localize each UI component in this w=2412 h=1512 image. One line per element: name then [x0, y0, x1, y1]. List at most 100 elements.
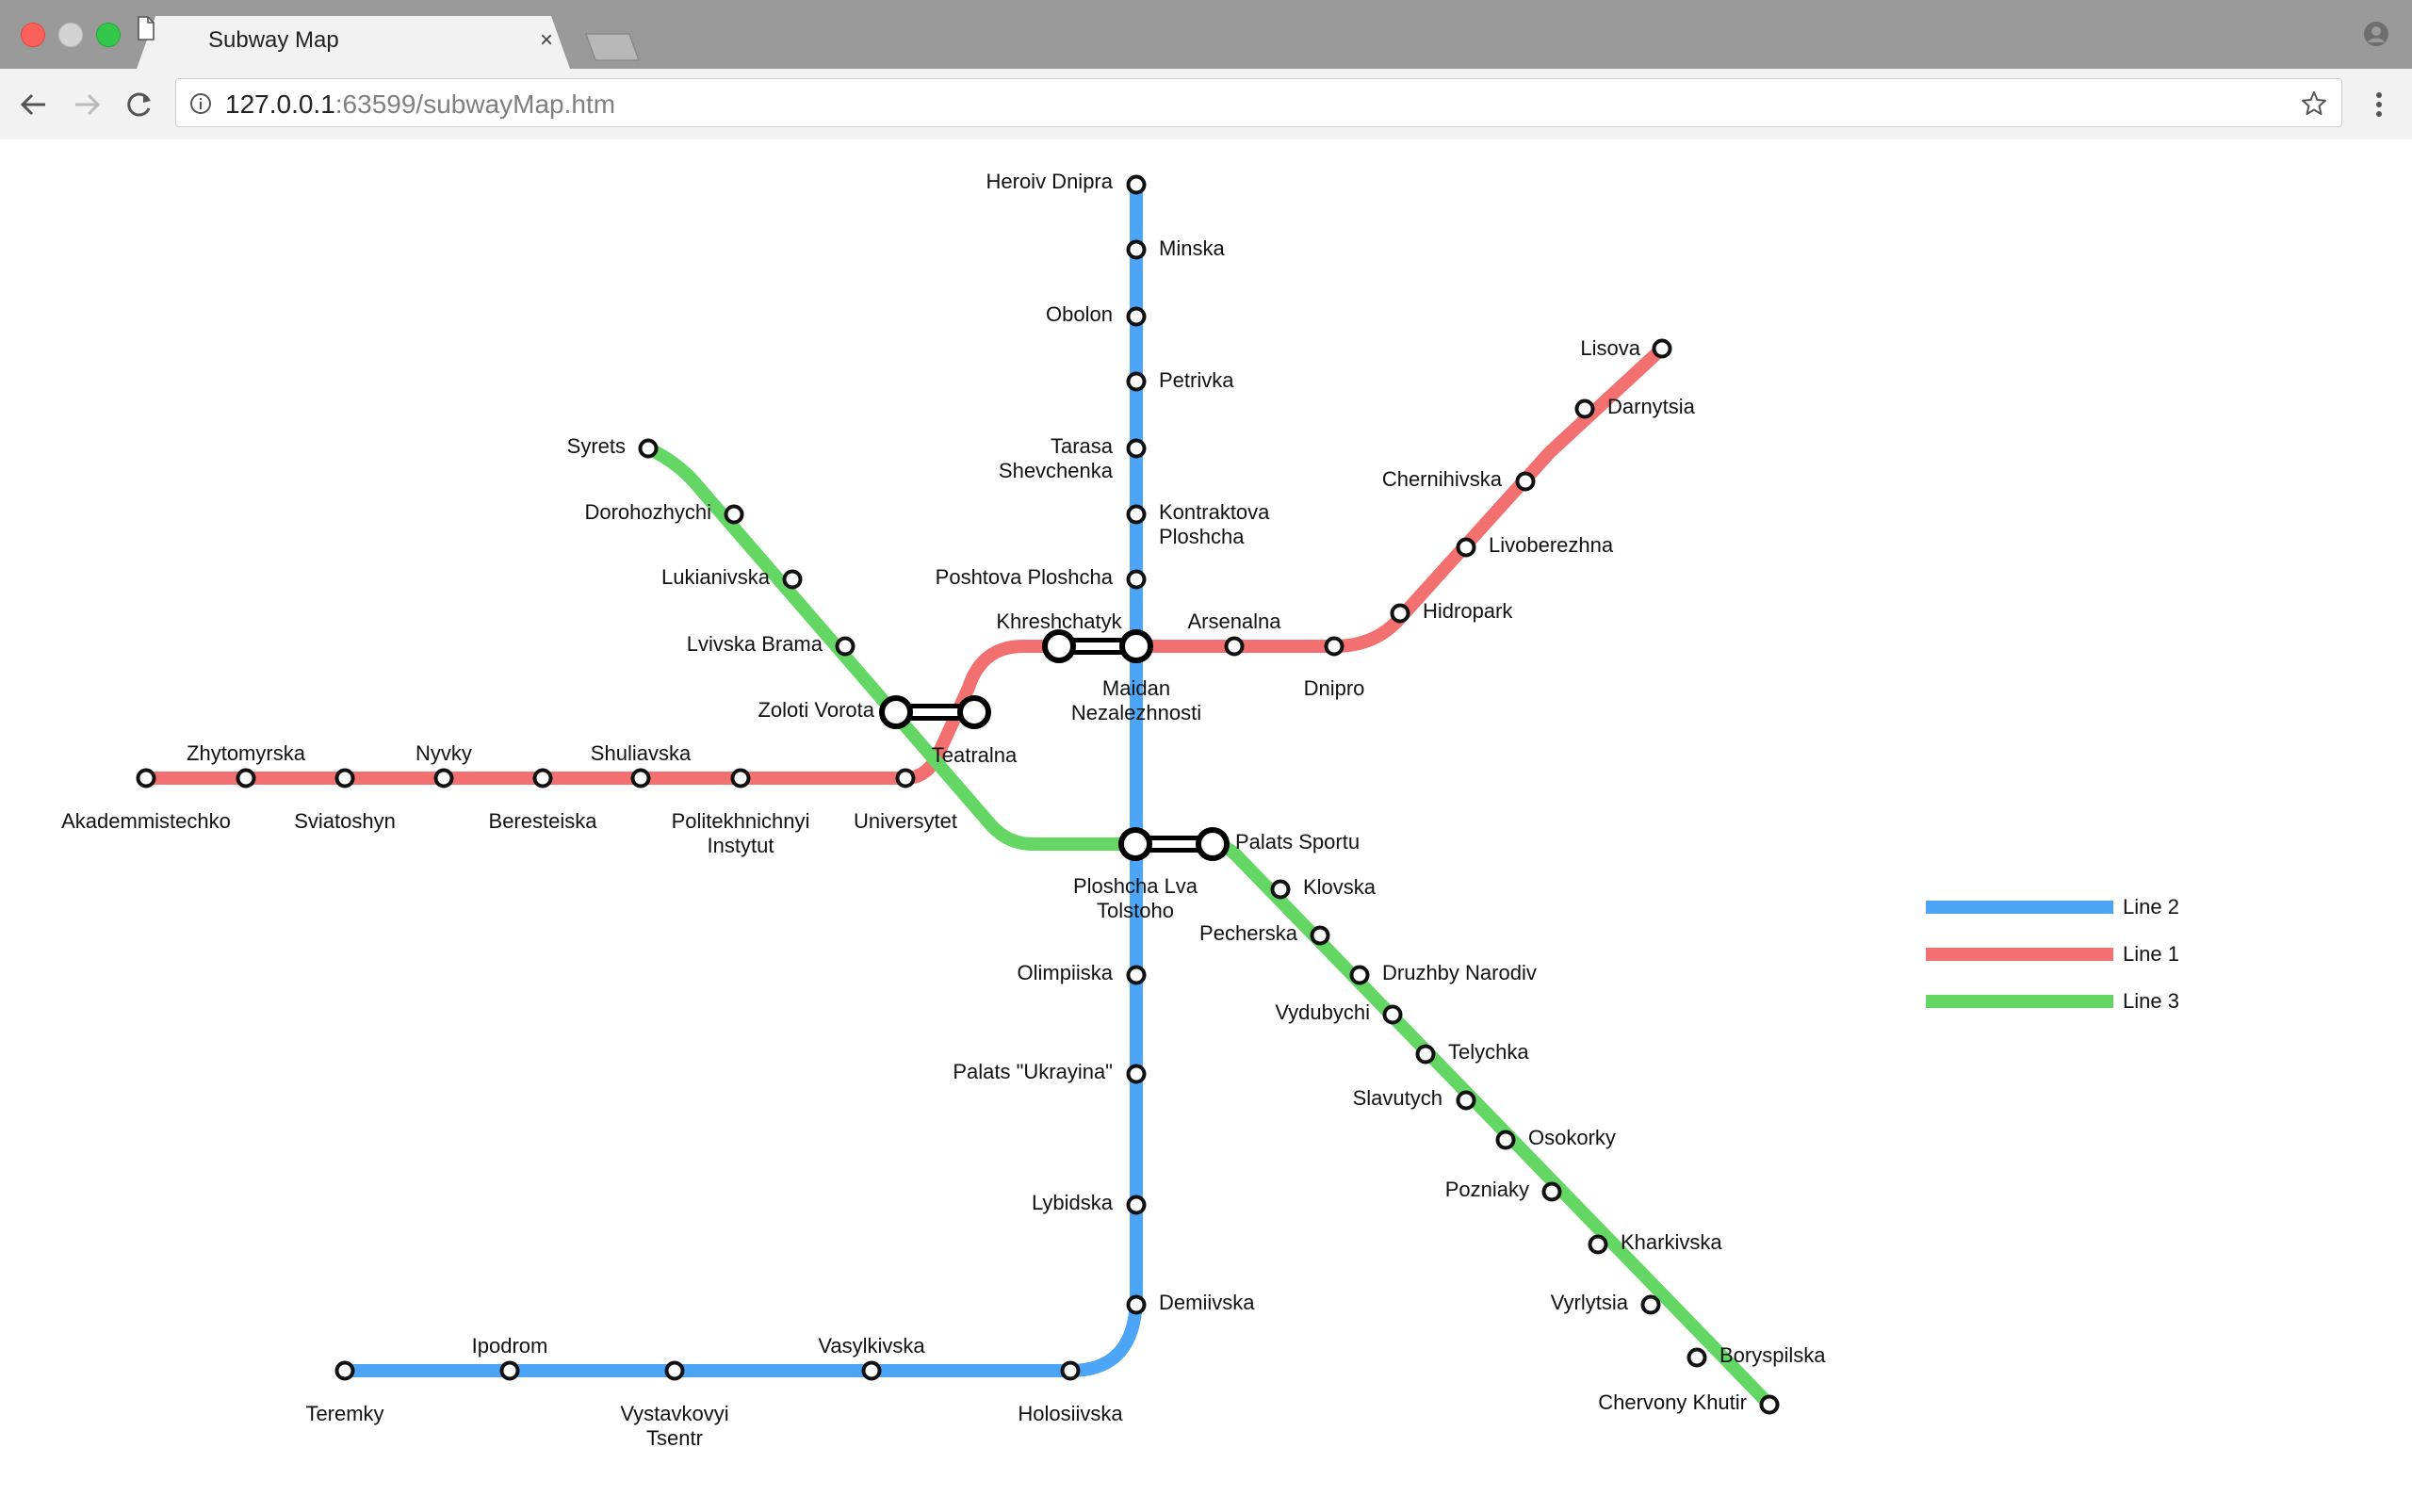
- station-label: Pozniaky: [1445, 1178, 1529, 1201]
- kebab-menu-icon[interactable]: [2365, 89, 2393, 120]
- station-poshtova[interactable]: Poshtova Ploshcha: [936, 565, 1147, 590]
- reload-icon[interactable]: [122, 88, 156, 122]
- station-marker[interactable]: [1390, 603, 1410, 624]
- new-tab-button[interactable]: [584, 32, 641, 62]
- station-palats-sportu[interactable]: Palats Sportu: [1235, 830, 1360, 854]
- station-marker[interactable]: [782, 569, 803, 590]
- station-marker[interactable]: [664, 1360, 685, 1381]
- station-marker[interactable]: [1126, 965, 1147, 985]
- station-marker[interactable]: [1126, 1195, 1147, 1215]
- station-obolon[interactable]: Obolon: [1046, 302, 1147, 327]
- station-maidan[interactable]: MaidanNezalezhnosti: [1071, 676, 1201, 724]
- station-marker[interactable]: [724, 504, 744, 525]
- station-lybidska[interactable]: Lybidska: [1032, 1191, 1147, 1215]
- station-marker[interactable]: [1126, 504, 1147, 525]
- station-marker[interactable]: [1126, 438, 1147, 459]
- station-teatralna[interactable]: Teatralna: [932, 743, 1018, 767]
- station-marker[interactable]: [1652, 338, 1672, 359]
- tab-shape: [137, 16, 570, 69]
- station-marker[interactable]: [136, 768, 156, 789]
- station-druzhby[interactable]: Druzhby Narodiv: [1349, 961, 1537, 985]
- station-marker[interactable]: [1541, 1181, 1562, 1202]
- station-marker[interactable]: [1588, 1234, 1608, 1255]
- station-label: Boryspilska: [1719, 1343, 1826, 1367]
- station-marker[interactable]: [730, 768, 751, 789]
- station-marker[interactable]: [499, 1360, 520, 1381]
- tab-close-icon[interactable]: ×: [540, 27, 553, 54]
- station-khreshchatyk[interactable]: Khreshchatyk: [996, 610, 1122, 633]
- url-text[interactable]: 127.0.0.1:63599/subwayMap.htm: [225, 89, 615, 120]
- station-syrets[interactable]: Syrets: [567, 434, 659, 459]
- station-marker[interactable]: [1759, 1394, 1780, 1415]
- station-marker[interactable]: [1126, 239, 1147, 260]
- station-marker[interactable]: [1574, 398, 1595, 419]
- station-heroiv-dnipra[interactable]: Heroiv Dnipra: [986, 170, 1147, 195]
- station-marker[interactable]: [1224, 636, 1245, 657]
- station-marker[interactable]: [861, 1360, 882, 1381]
- station-marker[interactable]: [1495, 1130, 1516, 1150]
- station-label: Hidropark: [1423, 599, 1513, 623]
- station-palats-ukrayina[interactable]: Palats "Ukrayina": [953, 1060, 1147, 1084]
- station-petrivka[interactable]: Petrivka: [1126, 368, 1235, 392]
- profile-icon[interactable]: [2363, 21, 2389, 47]
- station-tarasa[interactable]: TarasaShevchenka: [999, 434, 1147, 482]
- interchange-ploshcha-lva-palats-sportu[interactable]: [1118, 827, 1230, 861]
- address-bar[interactable]: 127.0.0.1:63599/subwayMap.htm: [175, 78, 2342, 127]
- station-label: Ipodrom: [472, 1334, 548, 1358]
- station-marker[interactable]: [334, 1360, 355, 1381]
- station-marker[interactable]: [638, 438, 659, 459]
- station-label: Palats Sportu: [1235, 830, 1360, 854]
- station-marker[interactable]: [1515, 471, 1536, 492]
- station-ploshcha-lva[interactable]: Ploshcha LvaTolstoho: [1073, 874, 1198, 922]
- station-marker[interactable]: [1640, 1294, 1661, 1315]
- station-lisova[interactable]: Lisova: [1580, 336, 1672, 360]
- interchange-zoloti-vorota-teatralna[interactable]: [879, 695, 991, 729]
- station-marker[interactable]: [433, 768, 454, 789]
- station-marker[interactable]: [1687, 1347, 1707, 1368]
- close-window-button[interactable]: [21, 23, 45, 47]
- station-marker[interactable]: [1126, 569, 1147, 590]
- interchange-khreshchatyk-maidan[interactable]: [1042, 629, 1153, 663]
- maximize-window-button[interactable]: [96, 23, 121, 47]
- station-marker[interactable]: [1270, 879, 1291, 900]
- station-marker[interactable]: [1456, 537, 1476, 558]
- station-zoloti-vorota[interactable]: Zoloti Vorota: [758, 698, 874, 722]
- station-marker[interactable]: [1310, 925, 1330, 946]
- station-marker[interactable]: [1382, 1004, 1403, 1025]
- station-vyrlytsia[interactable]: Vyrlytsia: [1551, 1291, 1661, 1315]
- back-arrow-icon[interactable]: [17, 88, 51, 122]
- info-icon[interactable]: [189, 92, 212, 115]
- station-marker[interactable]: [835, 636, 856, 657]
- station-marker[interactable]: [1456, 1090, 1476, 1111]
- station-marker[interactable]: [630, 768, 651, 789]
- station-marker[interactable]: [1324, 636, 1345, 657]
- station-demiivska[interactable]: Demiivska: [1126, 1291, 1256, 1315]
- legend-item: Line 3: [1926, 989, 2179, 1013]
- station-marker[interactable]: [236, 768, 256, 789]
- tab-subway-map[interactable]: Subway Map ×: [137, 16, 570, 69]
- station-olimpiiska[interactable]: Olimpiiska: [1018, 961, 1147, 985]
- forward-arrow-icon[interactable]: [70, 88, 104, 122]
- station-marker[interactable]: [1126, 371, 1147, 392]
- station-marker[interactable]: [1415, 1044, 1436, 1065]
- station-label: Druzhby Narodiv: [1382, 961, 1537, 984]
- document-icon: [138, 16, 155, 41]
- station-label: Poshtova Ploshcha: [936, 565, 1114, 589]
- station-marker[interactable]: [1126, 1064, 1147, 1084]
- station-pozniaky[interactable]: Pozniaky: [1445, 1178, 1562, 1202]
- station-marker[interactable]: [895, 768, 916, 789]
- station-marker[interactable]: [1126, 306, 1147, 327]
- station-marker[interactable]: [334, 768, 355, 789]
- station-label: Syrets: [567, 434, 626, 458]
- station-label: Slavutych: [1353, 1086, 1442, 1110]
- station-marker[interactable]: [1349, 965, 1370, 985]
- station-marker[interactable]: [532, 768, 553, 789]
- station-marker[interactable]: [1126, 1294, 1147, 1315]
- bookmark-star-icon[interactable]: [2300, 89, 2328, 118]
- station-klovska[interactable]: Klovska: [1270, 875, 1377, 900]
- minimize-window-button[interactable]: [58, 23, 83, 47]
- station-label: Nyvky: [416, 741, 472, 765]
- station-marker[interactable]: [1126, 174, 1147, 195]
- station-marker[interactable]: [1060, 1360, 1081, 1381]
- station-kontraktova[interactable]: KontraktovaPloshcha: [1126, 500, 1271, 548]
